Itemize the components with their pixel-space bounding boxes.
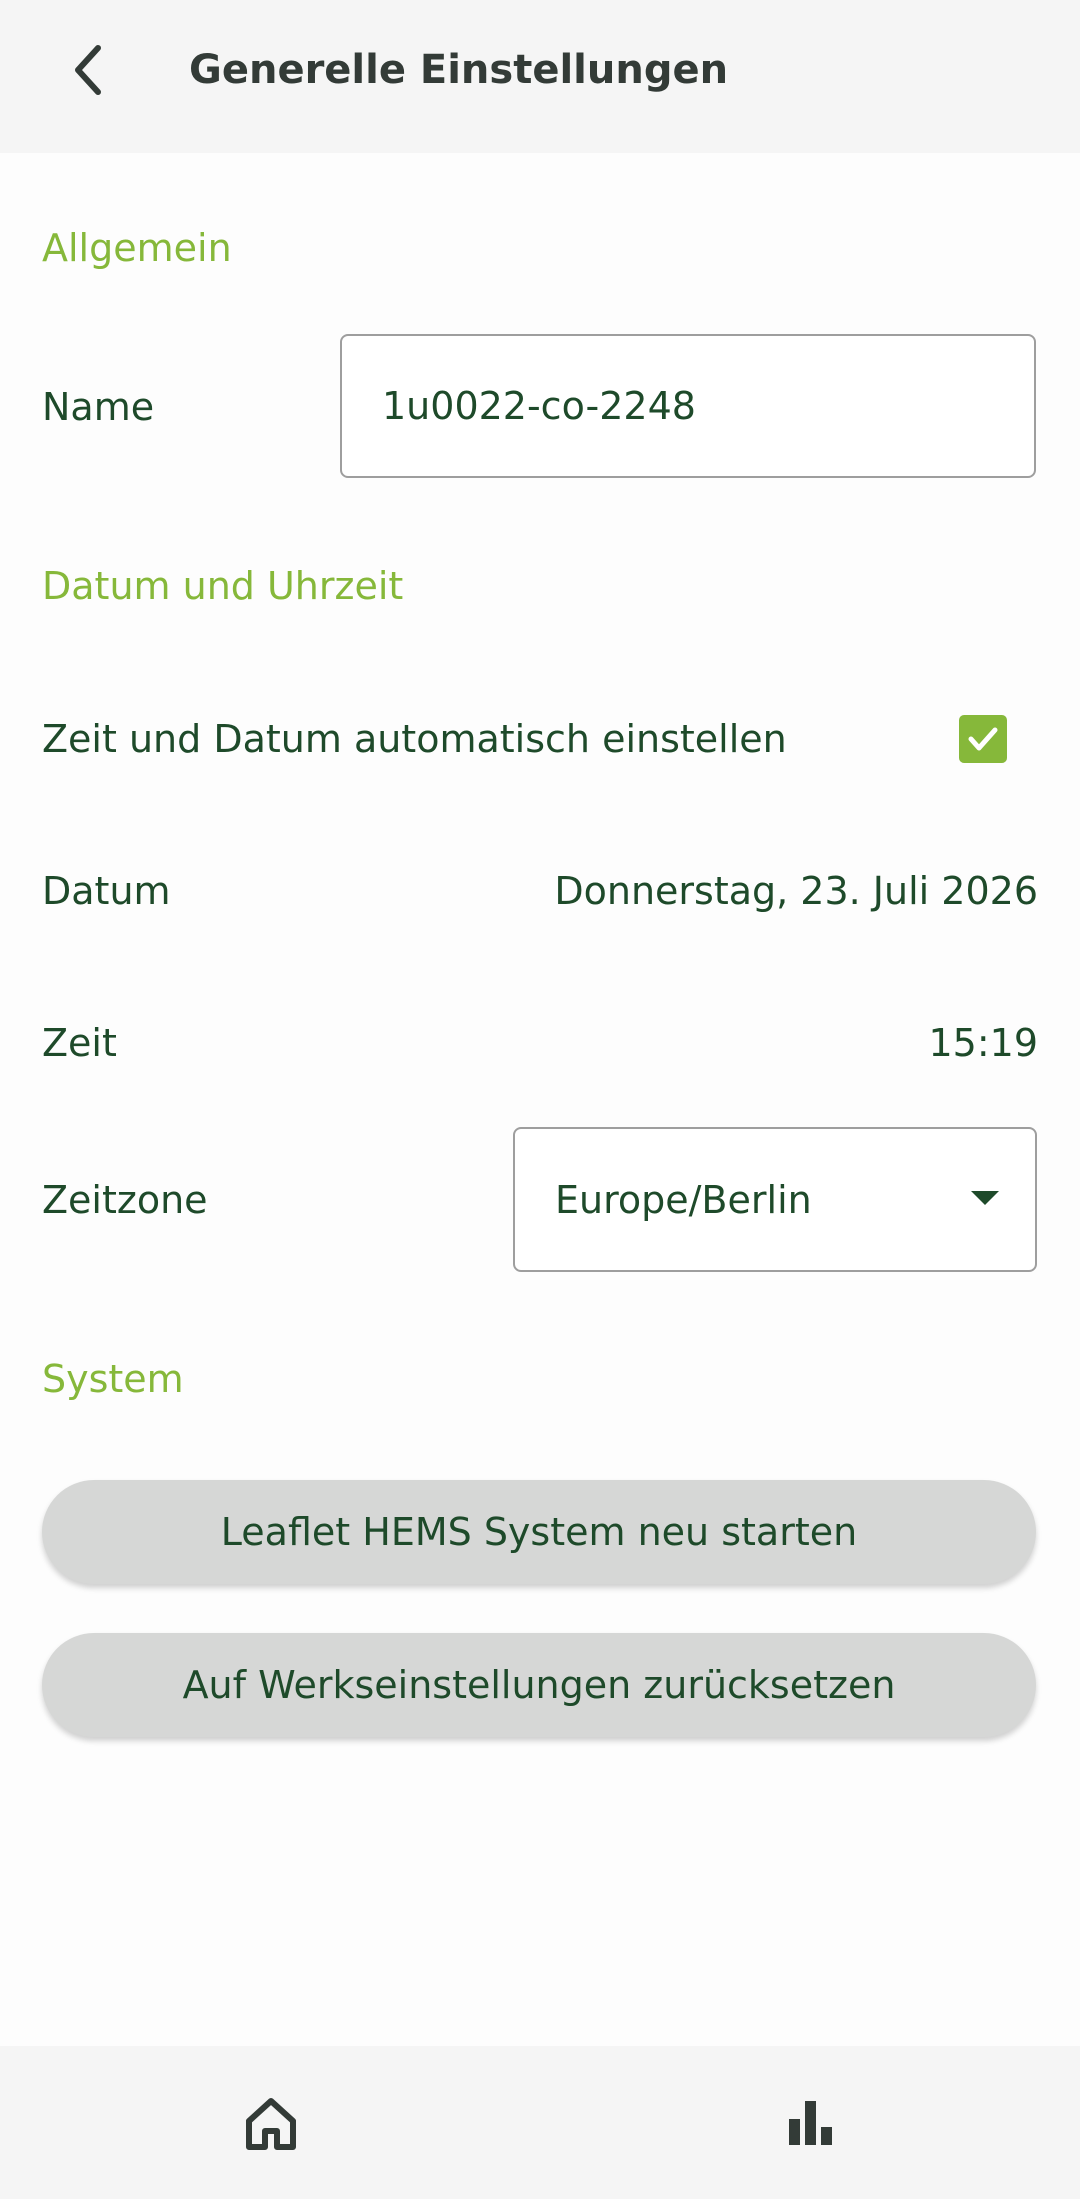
checkmark-icon [968, 727, 998, 751]
home-icon [246, 2098, 296, 2150]
factory-reset-button[interactable]: Auf Werkseinstellungen zurücksetzen [42, 1633, 1036, 1737]
date-label: Datum [42, 869, 171, 913]
app-screen: Generelle Einstellungen Allgemein Name D… [0, 0, 1080, 2199]
auto-datetime-checkbox[interactable] [959, 715, 1007, 763]
restart-system-button[interactable]: Leaflet HEMS System neu starten [42, 1480, 1036, 1584]
name-label: Name [42, 385, 155, 429]
time-label: Zeit [42, 1021, 117, 1065]
timezone-label: Zeitzone [42, 1178, 208, 1222]
page-title: Generelle Einstellungen [189, 47, 729, 93]
time-value: 15:19 [928, 1021, 1038, 1065]
timezone-select[interactable]: Europe/Berlin [513, 1127, 1037, 1272]
date-value: Donnerstag, 23. Juli 2026 [554, 869, 1038, 913]
section-title-system: System [42, 1357, 184, 1401]
chevron-left-icon [75, 45, 101, 95]
section-title-datetime: Datum und Uhrzeit [42, 564, 404, 608]
back-button[interactable] [48, 30, 128, 110]
nav-statistics-button[interactable] [766, 2078, 856, 2168]
caret-down-icon [971, 1191, 999, 1205]
bar-chart-icon [789, 2101, 832, 2145]
bottom-navigation [0, 2046, 1080, 2199]
auto-datetime-label: Zeit und Datum automatisch einstellen [42, 717, 787, 761]
section-title-general: Allgemein [42, 226, 232, 270]
nav-home-button[interactable] [226, 2078, 316, 2168]
name-input[interactable] [340, 334, 1036, 478]
app-header: Generelle Einstellungen [0, 0, 1080, 153]
timezone-selected-value: Europe/Berlin [555, 1178, 812, 1222]
